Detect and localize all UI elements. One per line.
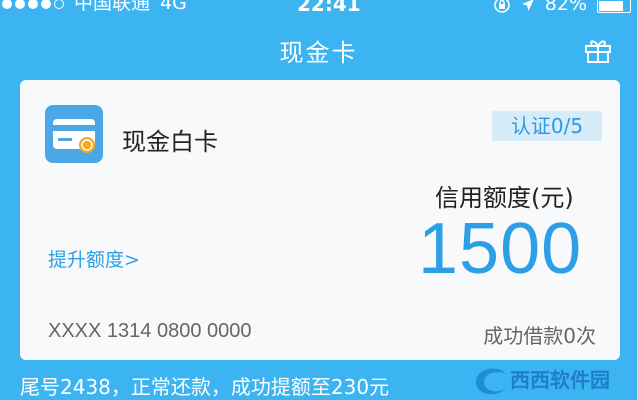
carrier-label: 中国联通: [74, 0, 151, 14]
clock: 22:41: [297, 0, 361, 16]
page-title: 现金卡: [279, 39, 358, 67]
watermark-logo: 西西软件园: [476, 368, 610, 395]
gift-icon[interactable]: [584, 37, 612, 63]
raise-limit-link[interactable]: 提升额度>: [48, 245, 140, 272]
location-arrow-icon: [521, 0, 534, 11]
watermark-text: 西西软件园: [510, 368, 610, 392]
card-number: XXXX 1314 0800 0000: [48, 320, 252, 342]
cash-card[interactable]: 现金白卡 认证0/5 信用额度(元) 1500 提升额度> XXXX 1314 …: [20, 80, 620, 360]
verify-badge[interactable]: 认证0/5: [492, 111, 602, 141]
credit-limit-amount: 1500: [418, 209, 583, 289]
signal-strength-icon: [2, 0, 64, 9]
status-bar: 中国联通 4G 22:41 82%: [0, 0, 637, 20]
rotation-lock-icon: [493, 0, 510, 13]
card-name: 现金白卡: [122, 128, 218, 156]
borrow-count: 成功借款0次: [483, 324, 596, 348]
network-label: 4G: [160, 0, 187, 14]
card-logo-icon: [45, 105, 103, 163]
battery-percentage: 82%: [544, 0, 587, 15]
status-left: 中国联通 4G: [2, 0, 187, 13]
status-right: 82%: [493, 0, 631, 14]
repayment-notice: 尾号2438，正常还款，成功提额至230元: [20, 375, 390, 399]
battery-icon: [597, 0, 631, 13]
